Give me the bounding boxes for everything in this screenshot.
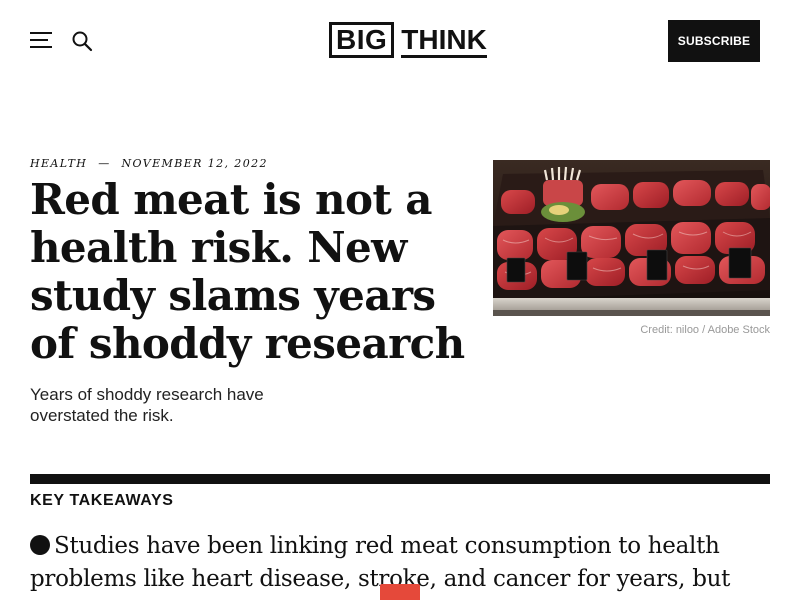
site-header: BIG THINK SUBSCRIBE	[0, 0, 800, 82]
share-tab-button[interactable]	[380, 584, 420, 600]
article-kicker: Health — November 12, 2022	[30, 157, 268, 170]
article-headline: Red meat is not a health risk. New study…	[30, 175, 465, 368]
image-credit: Credit: niloo / Adobe Stock	[640, 324, 770, 336]
site-logo[interactable]: BIG THINK	[329, 22, 487, 58]
publish-date: November 12, 2022	[121, 157, 268, 170]
section-divider	[30, 474, 770, 484]
hamburger-menu-icon[interactable]	[30, 30, 54, 50]
search-icon[interactable]	[70, 29, 94, 53]
kicker-separator: —	[98, 157, 111, 170]
logo-think-text: THINK	[401, 22, 487, 58]
takeaway-text: Studies have been linking red meat consu…	[30, 533, 731, 592]
logo-big-text: BIG	[329, 22, 395, 58]
meat-display-photo	[493, 160, 770, 316]
subscribe-button[interactable]: SUBSCRIBE	[668, 20, 760, 62]
category-link[interactable]: Health	[30, 157, 87, 170]
bullet-icon	[30, 535, 50, 555]
key-takeaways-heading: KEY TAKEAWAYS	[30, 492, 174, 509]
hero-image	[493, 160, 770, 316]
article-dek: Years of shoddy research have overstated…	[30, 385, 264, 425]
